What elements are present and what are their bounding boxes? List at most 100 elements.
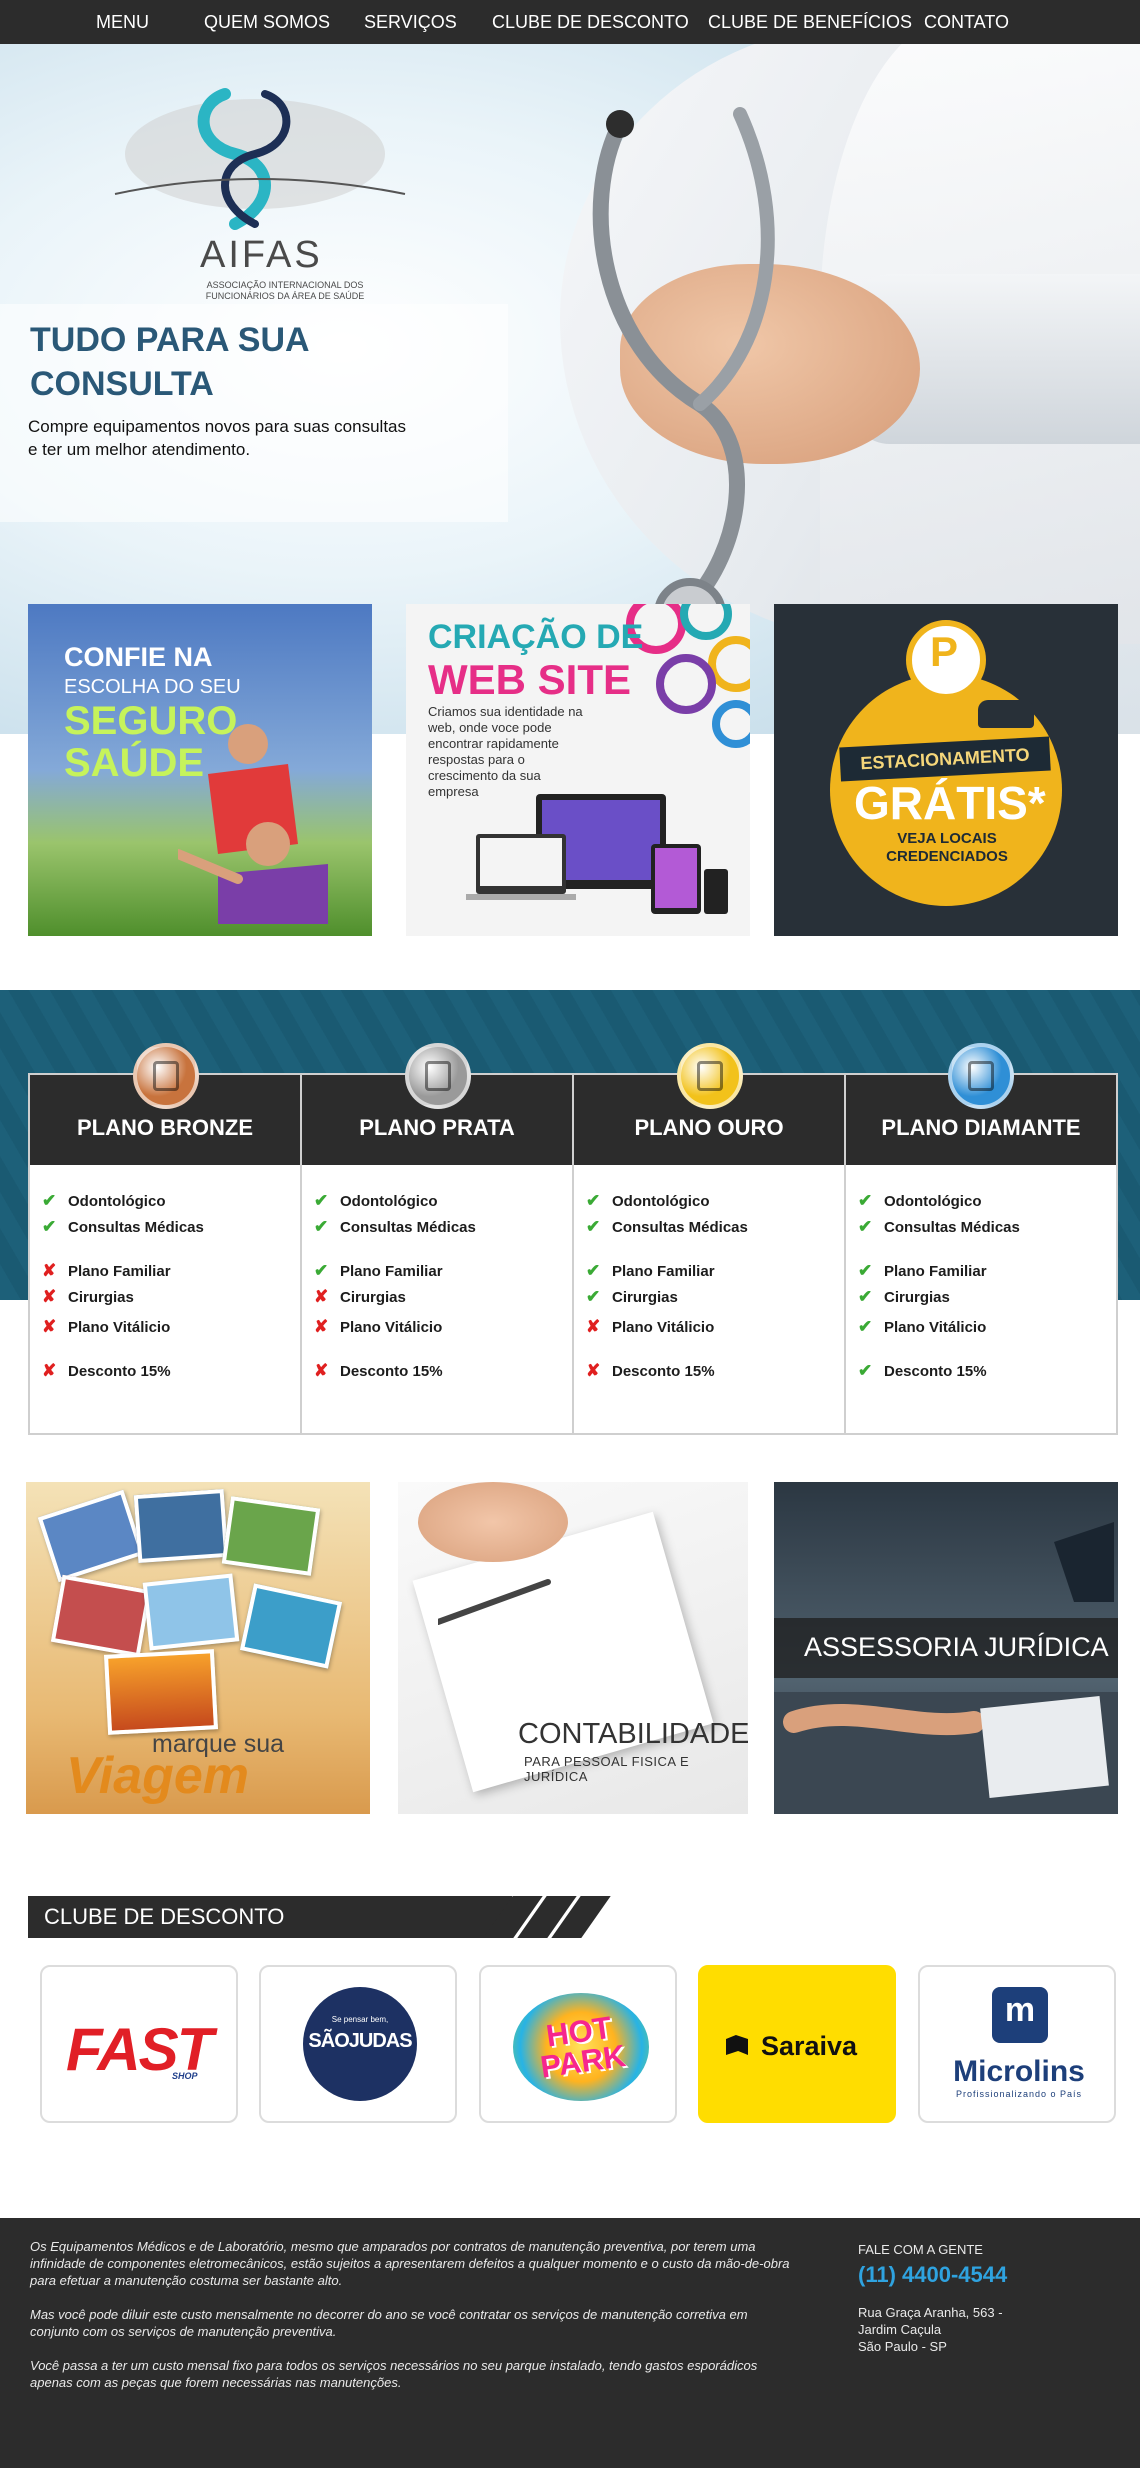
plan-feature-item: ✔ Odontológico	[314, 1191, 437, 1211]
nav-menu[interactable]: MENU	[96, 0, 149, 44]
hero-text: Compre equipamentos novos para suas cons…	[28, 417, 406, 459]
contact-phone[interactable]: (11) 4400-4544	[858, 2262, 1007, 2288]
brand-microlins[interactable]: m Microlins Profissionalizando o País	[918, 1965, 1116, 2123]
plan-feature-item: ✘ Plano Vitálicio	[586, 1317, 714, 1337]
plan-feature-label: Consultas Médicas	[884, 1219, 1020, 1236]
plan-feature-label: Plano Vitálicio	[340, 1319, 443, 1336]
travel-photo	[50, 1574, 152, 1658]
footer-paragraph-1: Os Equipamentos Médicos e de Laboratório…	[30, 2239, 790, 2288]
plan-feature-label: Consultas Médicas	[612, 1219, 748, 1236]
fast-shop-sub: SHOP	[172, 2071, 198, 2081]
plan-feature-label: Plano Familiar	[68, 1263, 171, 1280]
thumbs-up-medal-icon	[677, 1043, 743, 1109]
plan-feature-item: ✔ Consultas Médicas	[586, 1217, 748, 1237]
plan-feature-label: Consultas Médicas	[68, 1219, 204, 1236]
service-viagem[interactable]: marque sua Viagem	[26, 1482, 370, 1814]
plan-feature-label: Plano Familiar	[612, 1263, 715, 1280]
service-assessoria-juridica[interactable]: ASSESSORIA JURÍDICA	[774, 1482, 1118, 1814]
plan-feature-item: ✔ Desconto 15%	[858, 1361, 987, 1381]
stethoscope-icon	[592, 107, 775, 644]
plan-feature-label: Odontológico	[68, 1193, 166, 1210]
nav-clube-de-desconto[interactable]: CLUBE DE DESCONTO	[492, 0, 689, 44]
hero-title: TUDO PARA SUA CONSULTA	[30, 321, 309, 403]
plan-feature-item: ✔ Consultas Médicas	[42, 1217, 204, 1237]
footer-about: Os Equipamentos Médicos e de Laboratório…	[30, 2238, 790, 2408]
plan-column: PLANO OURO ✔ Odontológico ✔ Consultas Médica…	[574, 1043, 846, 1433]
plan-feature-label: Odontológico	[884, 1193, 982, 1210]
check-icon: ✔	[586, 1191, 601, 1210]
brand-fast-shop[interactable]: FAST SHOP	[40, 1965, 238, 2123]
plan-feature-label: Plano Familiar	[340, 1263, 443, 1280]
plan-feature-item: ✔ Consultas Médicas	[314, 1217, 476, 1237]
plan-feature-item: ✘ Cirurgias	[314, 1287, 406, 1307]
parking-big-text: GRÁTIS*	[854, 777, 1046, 829]
microlins-name: Microlins	[953, 2055, 1085, 2088]
banner-criacao-web-site[interactable]: CRIAÇÃO DE WEB SITE Criamos sua identida…	[406, 604, 750, 936]
plan-feature-label: Cirurgias	[68, 1289, 134, 1306]
plan-feature-item: ✔ Cirurgias	[858, 1287, 950, 1307]
plan-feature-item: ✔ Odontológico	[42, 1191, 165, 1211]
check-icon: ✔	[314, 1261, 329, 1280]
contact-title: FALE COM A GENTE	[858, 2242, 983, 2257]
check-icon: ✔	[858, 1287, 873, 1306]
banner-estacionamento-gratis[interactable]: P ESTACIONAMENTO GRÁTIS* VEJA LOCAIS CRE…	[774, 604, 1118, 936]
check-icon: ✔	[586, 1287, 601, 1306]
brand-saraiva[interactable]: Saraiva	[698, 1965, 896, 2123]
thumbs-up-icon	[153, 1061, 179, 1091]
banner-seguro-saude[interactable]: CONFIE NA ESCOLHA DO SEU SEGURO SAÚDE	[28, 604, 372, 936]
cross-icon: ✘	[314, 1361, 329, 1380]
banner-health-line4: SAÚDE	[64, 741, 205, 785]
plan-feature-item: ✘ Cirurgias	[42, 1287, 134, 1307]
nav-contato[interactable]: CONTATO	[924, 0, 1009, 44]
page: MENU QUEM SOMOS SERVIÇOS CLUBE DE DESCON…	[0, 0, 1140, 2468]
logo-name: AIFAS	[200, 234, 323, 276]
car-icon	[978, 700, 1034, 728]
accounting-label: CONTABILIDADE	[518, 1718, 748, 1750]
thumbs-up-medal-icon	[405, 1043, 471, 1109]
legal-label: ASSESSORIA JURÍDICA	[804, 1632, 1109, 1662]
service-contabilidade[interactable]: CONTABILIDADE PARA PESSOAL FISICA E JURÍ…	[398, 1482, 748, 1814]
cross-icon: ✘	[42, 1361, 57, 1380]
thumbs-up-icon	[697, 1061, 723, 1091]
plan-feature-item: ✔ Odontológico	[586, 1191, 709, 1211]
nav-quem-somos[interactable]: QUEM SOMOS	[204, 0, 330, 44]
plan-feature-label: Desconto 15%	[612, 1363, 715, 1380]
plan-feature-label: Cirurgias	[884, 1289, 950, 1306]
cross-icon: ✘	[314, 1287, 329, 1306]
globe-map-icon	[114, 88, 406, 230]
plan-feature-label: Plano Vitálicio	[884, 1319, 987, 1336]
banner-health-line1: CONFIE NA	[64, 642, 213, 672]
contact-address-line1: Rua Graça Aranha, 563 - Jardim Caçula	[858, 2305, 1003, 2337]
plan-feature-item: ✔ Plano Vitálicio	[858, 1317, 986, 1337]
parking-small-text: VEJA LOCAIS CREDENCIADOS	[886, 830, 1008, 865]
nav-servicos[interactable]: SERVIÇOS	[364, 0, 457, 44]
plan-feature-item: ✔ Plano Familiar	[586, 1261, 715, 1281]
plan-feature-label: Desconto 15%	[884, 1363, 987, 1380]
parking-pin-letter: P	[930, 628, 959, 675]
microlins-icon-letter: m	[1004, 1991, 1036, 2029]
check-icon: ✔	[42, 1191, 57, 1210]
footer-paragraph-3: Você passa a ter um custo mensal fixo pa…	[30, 2358, 758, 2390]
plan-column: PLANO DIAMANTE ✔ Odontológico ✔ Consultas Mé…	[846, 1043, 1116, 1433]
check-icon: ✔	[858, 1191, 873, 1210]
aifas-logo[interactable]: AIFAS ASSOCIAÇÃO INTERNACIONAL DOS FUNCI…	[105, 84, 425, 314]
thumbs-up-icon	[968, 1061, 994, 1091]
microlins-sub: Profissionalizando o País	[955, 2089, 1083, 2099]
travel-photo	[239, 1583, 343, 1669]
cross-icon: ✘	[42, 1317, 57, 1336]
plan-feature-item: ✔ Odontológico	[858, 1191, 981, 1211]
cross-icon: ✘	[586, 1361, 601, 1380]
plan-feature-label: Plano Vitálicio	[612, 1319, 715, 1336]
check-icon: ✔	[586, 1261, 601, 1280]
brand-sao-judas[interactable]: Se pensar bem, SÃOJUDAS	[259, 1965, 457, 2123]
contact-address-line2: São Paulo - SP	[858, 2339, 947, 2354]
responsive-devices-image	[466, 794, 728, 914]
nav-clube-de-beneficios[interactable]: CLUBE DE BENEFÍCIOS	[708, 0, 912, 44]
travel-photo	[221, 1496, 321, 1576]
brand-hot-park[interactable]: HOT PARK	[479, 1965, 677, 2123]
plan-column: PLANO BRONZE ✔ Odontológico ✔ Consultas Médi…	[30, 1043, 302, 1433]
plan-feature-item: ✘ Plano Familiar	[42, 1261, 171, 1281]
top-nav: MENU QUEM SOMOS SERVIÇOS CLUBE DE DESCON…	[0, 0, 1140, 44]
plan-feature-label: Consultas Médicas	[340, 1219, 476, 1236]
plans-table: PLANO BRONZE ✔ Odontológico ✔ Consultas Médi…	[28, 1043, 1118, 1435]
